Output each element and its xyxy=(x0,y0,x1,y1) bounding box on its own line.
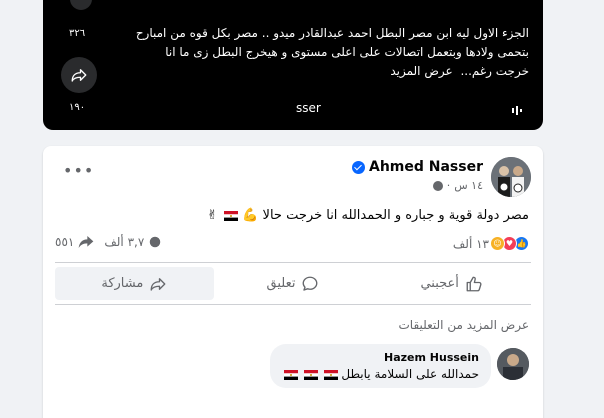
view-more-comments-link[interactable]: عرض المزيد من التعليقات xyxy=(399,318,530,332)
comment-bubble-icon xyxy=(303,276,318,291)
egypt-flag-icon xyxy=(323,369,338,380)
reel-caption-text: الجزء الاول ليه ابن مصر البطل احمد عبدال… xyxy=(135,26,529,78)
like-label: أعجبني xyxy=(420,276,459,291)
post-stats: ٣,٧ ألف ٥٥١ xyxy=(55,235,162,249)
comments-stat[interactable]: ٣,٧ ألف xyxy=(104,235,162,249)
comment-label: تعليق xyxy=(266,276,296,291)
post-text: مصر دولة قوية و جباره و الحمدالله انا خر… xyxy=(207,208,529,223)
reel-share-button[interactable] xyxy=(61,57,97,93)
divider xyxy=(55,304,531,305)
verified-badge-icon xyxy=(351,160,365,174)
share-label: مشاركة xyxy=(101,276,144,291)
reel-share-count: ١٩٠ xyxy=(69,102,86,113)
shares-count[interactable]: ٥٥١ xyxy=(55,235,74,249)
egypt-flag-icon xyxy=(303,369,318,380)
reel-see-more-link[interactable]: عرض المزيد xyxy=(390,64,452,78)
post-author[interactable]: Ahmed Nasser xyxy=(351,159,483,175)
reel-top-button[interactable] xyxy=(70,0,92,10)
like-button[interactable]: أعجبني xyxy=(372,267,531,300)
reel-card[interactable]: ٣٢٦ الجزء الاول ليه ابن مصر البطل احمد ع… xyxy=(43,0,543,130)
share-button[interactable]: مشاركة xyxy=(54,267,214,300)
comment-button[interactable]: تعليق xyxy=(214,267,373,300)
more-dots-icon[interactable]: ••• xyxy=(63,163,94,179)
reel-caption: الجزء الاول ليه ابن مصر البطل احمد عبدال… xyxy=(129,24,529,81)
muscle-emoji-icon: 💪 xyxy=(242,208,259,223)
victory-hand-icon: ✌ xyxy=(207,208,218,223)
author-name[interactable]: Ahmed Nasser xyxy=(369,159,483,175)
reel-top-count: ٣٢٦ xyxy=(69,28,86,39)
share-arrow-icon xyxy=(71,69,87,82)
facebook-feed: ٣٢٦ الجزء الاول ليه ابن مصر البطل احمد ع… xyxy=(0,0,604,418)
author-avatar[interactable] xyxy=(491,157,531,197)
post-text-body: مصر دولة قوية و جباره و الحمدالله انا خر… xyxy=(262,208,529,223)
comment-text: حمدالله على السلامة يابطل xyxy=(282,367,479,381)
post-actions: أعجبني تعليق مشاركة xyxy=(54,267,531,300)
shares-stat[interactable]: ٥٥١ xyxy=(55,235,94,249)
audio-bars-icon xyxy=(511,101,523,120)
egypt-flag-icon xyxy=(224,210,239,221)
reaction-icons: 👍 ♥ ☺ xyxy=(490,236,529,251)
egypt-flag-icon xyxy=(283,369,298,380)
comment-bubble: Hazem Hussein حمدالله على السلامة يابطل xyxy=(269,344,491,388)
globe-icon xyxy=(432,180,443,191)
comment-author[interactable]: Hazem Hussein xyxy=(282,351,479,364)
post-time[interactable]: ١٤ س xyxy=(454,179,483,192)
share-arrow-icon xyxy=(150,277,166,291)
reactions-summary[interactable]: 👍 ♥ ☺ ١٣ ألف xyxy=(453,236,529,251)
care-reaction-icon: ☺ xyxy=(490,236,505,251)
divider xyxy=(55,262,531,263)
share-count-icon xyxy=(79,236,94,248)
comments-count[interactable]: ٣,٧ ألف xyxy=(104,235,144,249)
post-meta: ١٤ س · xyxy=(432,179,483,192)
comment-text-body: حمدالله على السلامة يابطل xyxy=(341,367,479,381)
post-card: Ahmed Nasser ١٤ س · ••• مصر دولة قوية و … xyxy=(43,146,543,418)
commenter-avatar[interactable] xyxy=(497,348,529,380)
reel-sound-label: sser xyxy=(296,101,321,115)
thumbs-up-icon xyxy=(466,276,482,291)
comment-count-icon xyxy=(150,236,161,248)
reactions-count[interactable]: ١٣ ألف xyxy=(453,237,489,251)
